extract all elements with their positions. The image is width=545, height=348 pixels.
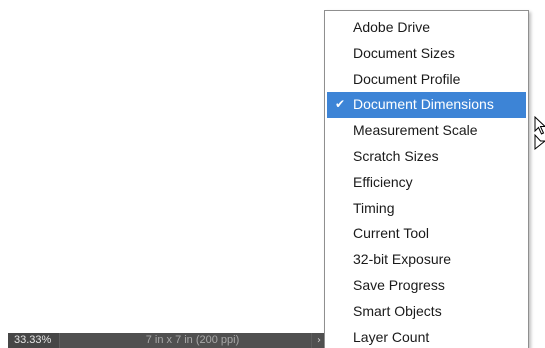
menu-item-label: Document Sizes — [353, 44, 455, 61]
menu-item-document-profile[interactable]: Document Profile — [327, 67, 526, 93]
mouse-pointer-icon — [534, 116, 545, 150]
menu-item-label: Scratch Sizes — [353, 147, 439, 164]
zoom-level-field[interactable]: 33.33% — [8, 333, 60, 348]
menu-item-scratch-sizes[interactable]: Scratch Sizes — [327, 144, 526, 170]
menu-item-label: Timing — [353, 199, 395, 216]
menu-item-label: Save Progress — [353, 276, 445, 293]
menu-item-timing[interactable]: Timing — [327, 196, 526, 222]
menu-item-label: Document Profile — [353, 70, 461, 87]
menu-item-document-dimensions[interactable]: ✔ Document Dimensions — [327, 92, 526, 119]
checkmark-icon: ✔ — [334, 97, 346, 112]
menu-item-smart-objects[interactable]: Smart Objects — [327, 299, 526, 325]
menu-item-label: Layer Count — [353, 328, 430, 345]
menu-item-label: Current Tool — [353, 225, 430, 242]
menu-item-adobe-drive[interactable]: Adobe Drive — [327, 15, 526, 41]
document-info-text: 7 in x 7 in (200 ppi) — [145, 334, 240, 346]
menu-item-layer-count[interactable]: Layer Count — [327, 325, 526, 348]
status-bar: 33.33% 7 in x 7 in (200 ppi) › — [8, 333, 326, 348]
menu-item-label: 32-bit Exposure — [353, 251, 452, 268]
menu-item-label: Efficiency — [353, 173, 413, 190]
menu-item-label: Document Dimensions — [353, 96, 494, 113]
menu-item-32-bit-exposure[interactable]: 32-bit Exposure — [327, 247, 526, 273]
status-info-menu: Adobe Drive Document Sizes Document Prof… — [324, 10, 529, 348]
menu-item-label: Measurement Scale — [353, 122, 478, 139]
menu-item-efficiency[interactable]: Efficiency — [327, 170, 526, 196]
menu-item-label: Smart Objects — [353, 302, 442, 319]
menu-item-save-progress[interactable]: Save Progress — [327, 273, 526, 299]
menu-item-current-tool[interactable]: Current Tool — [327, 221, 526, 247]
menu-item-label: Adobe Drive — [353, 19, 431, 35]
canvas: 33.33% 7 in x 7 in (200 ppi) › Adobe Dri… — [0, 0, 545, 348]
menu-item-document-sizes[interactable]: Document Sizes — [327, 41, 526, 67]
menu-item-measurement-scale[interactable]: Measurement Scale — [327, 118, 526, 144]
